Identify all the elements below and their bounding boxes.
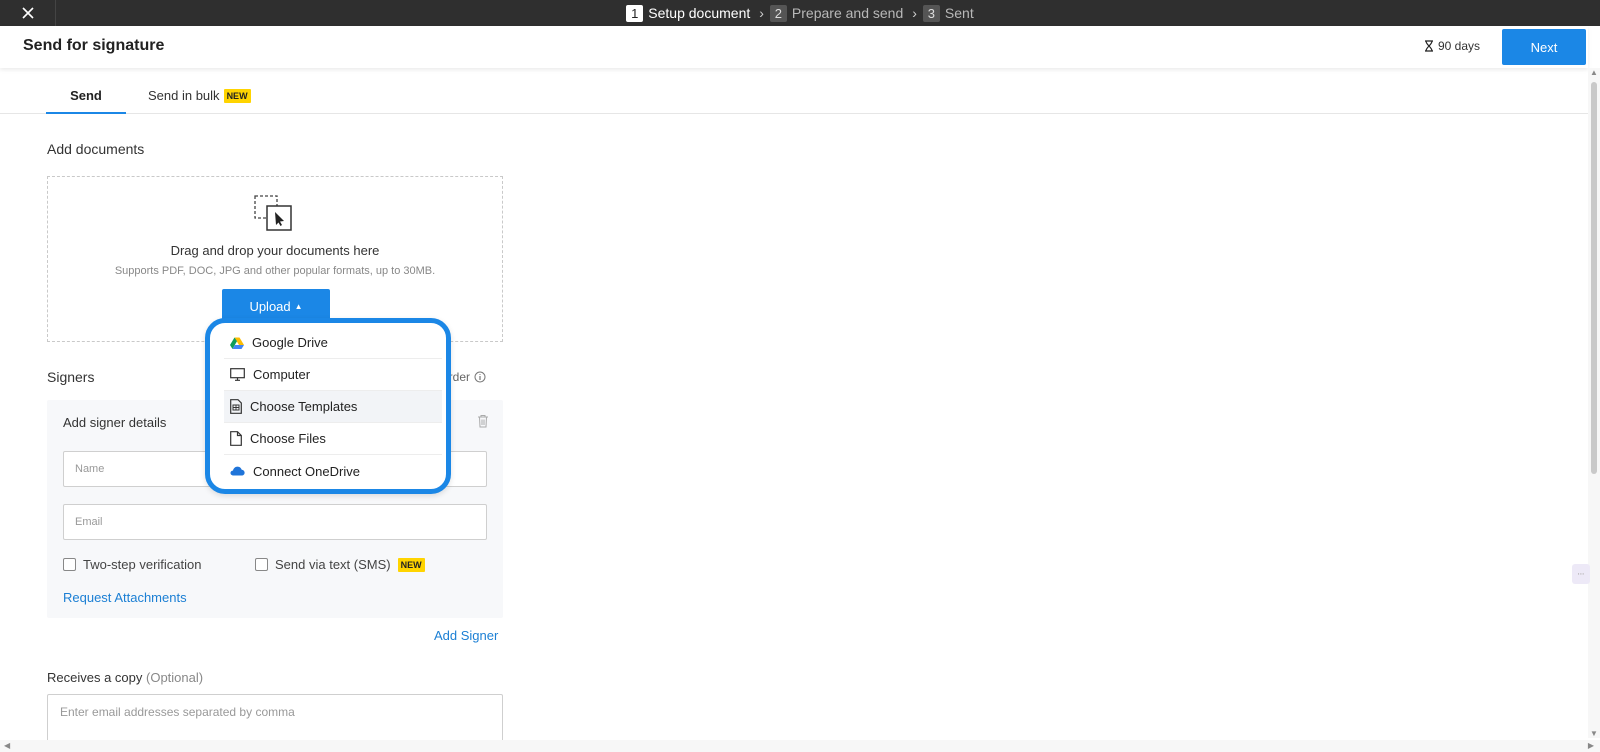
receives-copy-label: Receives a copy (47, 670, 143, 685)
dropzone-title: Drag and drop your documents here (170, 243, 380, 258)
tab-label: Send in bulk (148, 88, 220, 103)
top-stepper-bar: 1 Setup document › 2 Prepare and send › … (0, 0, 1600, 26)
trash-icon[interactable] (477, 414, 489, 428)
menu-item-choose-templates[interactable]: Choose Templates (224, 391, 442, 423)
scroll-left-icon[interactable]: ◀ (4, 741, 10, 750)
step-number: 1 (626, 4, 644, 22)
next-button[interactable]: Next (1502, 29, 1586, 65)
page-title: Send for signature (23, 37, 165, 54)
menu-item-connect-onedrive[interactable]: Connect OneDrive (224, 455, 442, 487)
google-drive-icon (230, 337, 244, 349)
receives-copy-heading: Receives a copy (Optional) (47, 670, 203, 685)
info-icon (474, 371, 486, 383)
menu-item-google-drive[interactable]: Google Drive (224, 327, 442, 359)
tab-send-in-bulk[interactable]: Send in bulk NEW (148, 88, 251, 114)
chevron-right-icon: › (759, 5, 764, 21)
step-number: 3 (922, 4, 940, 22)
template-icon (230, 399, 242, 414)
vertical-scrollbar[interactable]: ▲ ▼ (1588, 68, 1600, 738)
chevron-right-icon: › (912, 5, 917, 21)
scroll-right-icon[interactable]: ▶ (1588, 741, 1594, 750)
scroll-up-icon[interactable]: ▲ (1590, 68, 1598, 77)
drag-drop-icon (254, 195, 292, 231)
copy-emails-input[interactable]: Enter email addresses separated by comma (47, 694, 503, 746)
tab-send[interactable]: Send (46, 88, 126, 114)
scrollbar-thumb[interactable] (1591, 82, 1597, 474)
menu-item-label: Computer (253, 367, 311, 382)
add-documents-heading: Add documents (47, 141, 145, 157)
caret-up-icon: ▲ (294, 301, 303, 311)
send-via-sms-option[interactable]: Send via text (SMS) NEW (255, 557, 425, 572)
hourglass-icon (1425, 40, 1433, 52)
upload-source-menu: Google Drive Computer Choose Templates C… (205, 318, 451, 494)
menu-item-label: Connect OneDrive (253, 463, 360, 479)
scroll-down-icon[interactable]: ▼ (1590, 729, 1598, 738)
horizontal-scrollbar[interactable]: ◀ ▶ (0, 740, 1600, 752)
add-signer-link[interactable]: Add Signer (434, 628, 498, 643)
page-header: Send for signature 90 days Next (0, 26, 1588, 68)
step-label: Sent (944, 5, 974, 21)
upload-label: Upload (249, 298, 291, 314)
step-number: 2 (769, 4, 787, 22)
signer-email-input[interactable]: Email (63, 504, 487, 540)
sms-checkbox[interactable] (255, 558, 268, 571)
menu-item-label: Choose Templates (250, 399, 358, 414)
step-setup-document: 1 Setup document › (626, 4, 764, 22)
expiry-days: 90 days (1438, 39, 1481, 53)
menu-item-choose-files[interactable]: Choose Files (224, 423, 442, 455)
step-label: Setup document (648, 5, 751, 21)
dropzone-subtitle: Supports PDF, DOC, JPG and other popular… (114, 265, 436, 277)
menu-item-computer[interactable]: Computer (224, 359, 442, 391)
optional-label: (Optional) (146, 670, 204, 685)
request-attachments-link[interactable]: Request Attachments (63, 590, 187, 605)
menu-item-label: Google Drive (252, 335, 328, 350)
new-badge: NEW (223, 89, 251, 103)
step-label: Prepare and send (791, 5, 904, 21)
stepper: 1 Setup document › 2 Prepare and send › … (0, 0, 1600, 26)
file-icon (230, 431, 242, 446)
new-badge: NEW (397, 558, 425, 572)
send-mode-tabs: Send Send in bulk NEW (0, 80, 1588, 114)
side-widget-icon[interactable]: ⋯ (1572, 564, 1590, 584)
sms-label: Send via text (SMS) (275, 557, 391, 572)
menu-item-label: Choose Files (250, 431, 326, 446)
step-sent: 3 Sent (922, 4, 974, 22)
step-prepare-and-send: 2 Prepare and send › (769, 4, 917, 22)
two-step-label: Two-step verification (83, 557, 202, 572)
monitor-icon (230, 368, 245, 381)
onedrive-icon (230, 466, 245, 476)
signer-card-title: Add signer details (63, 415, 167, 430)
two-step-verification-option[interactable]: Two-step verification (63, 557, 202, 572)
two-step-checkbox[interactable] (63, 558, 76, 571)
signers-heading: Signers (47, 369, 95, 385)
expiry-indicator[interactable]: 90 days (1424, 39, 1480, 53)
